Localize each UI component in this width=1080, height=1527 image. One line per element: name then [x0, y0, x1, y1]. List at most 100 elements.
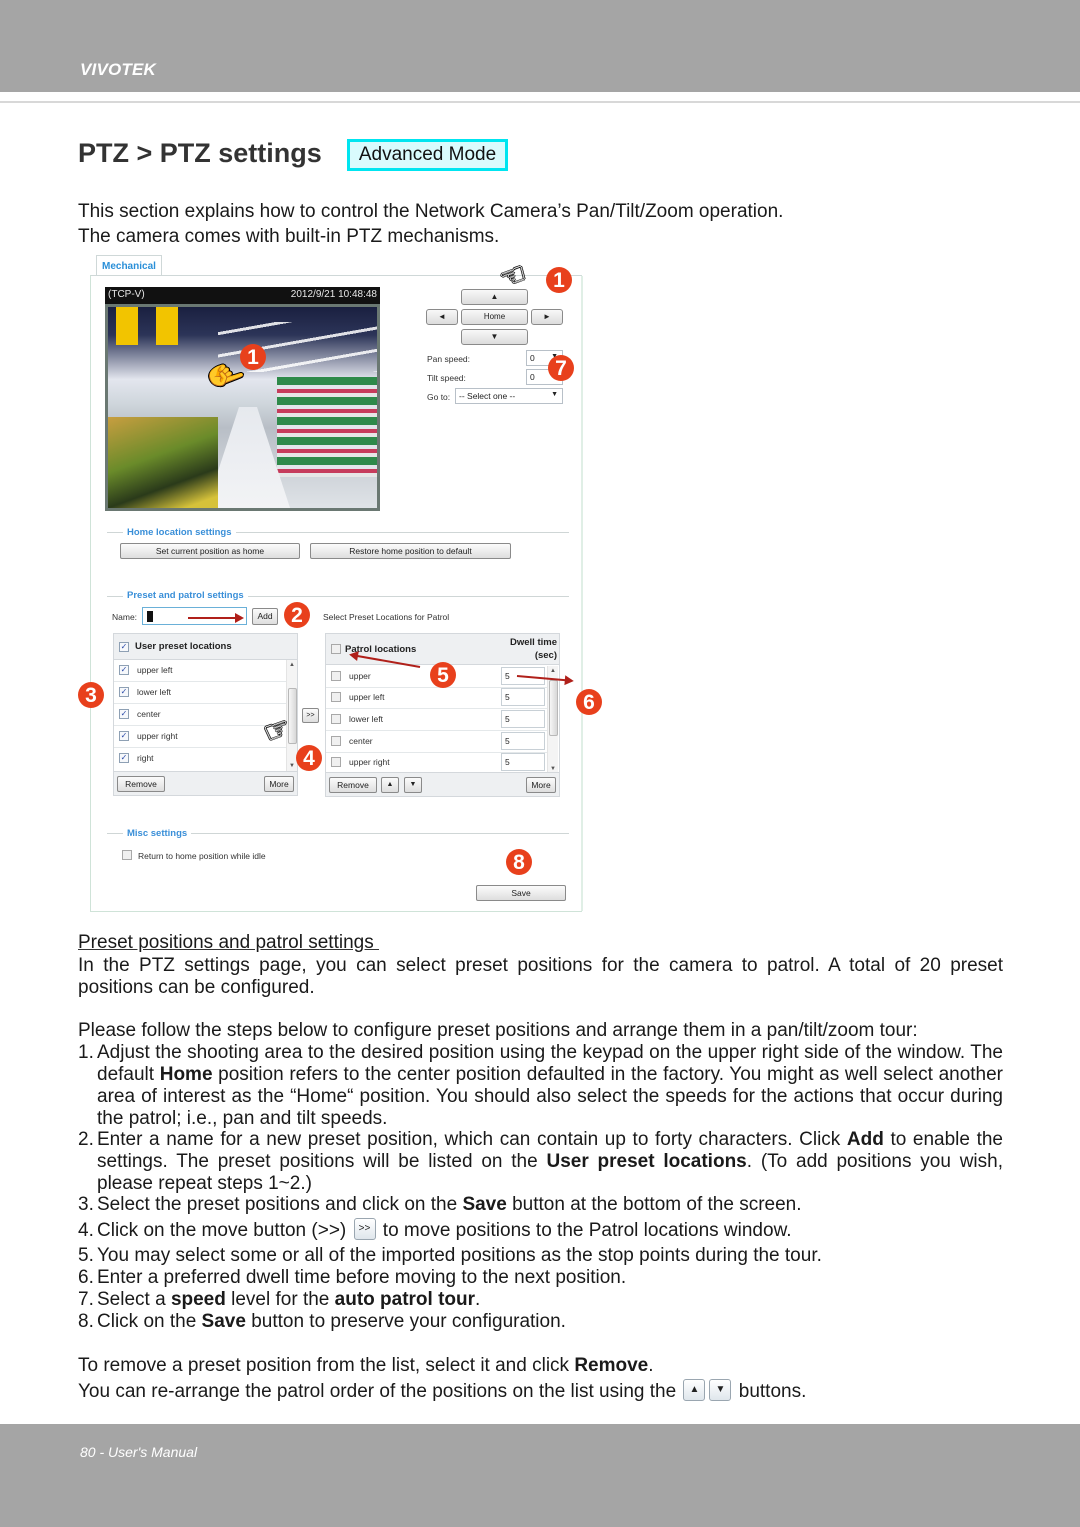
step-8: 8. Click on the Save button to preserve … [78, 1311, 566, 1332]
patrol-checkbox[interactable]: ✓ [331, 692, 341, 702]
text-cursor [147, 611, 153, 622]
scroll-up-icon[interactable]: ▲ [550, 668, 556, 674]
step-6: 6. Enter a preferred dwell time before m… [78, 1267, 627, 1288]
patrol-scrollbar[interactable]: ▲ ▼ [547, 666, 558, 774]
tab-mechanical[interactable]: Mechanical [96, 255, 162, 277]
step-5: 5. You may select some or all of the imp… [78, 1245, 822, 1266]
goto-label: Go to: [427, 392, 451, 402]
preset-label: right [137, 753, 154, 763]
list-item[interactable]: ✓ center 5 [326, 731, 548, 753]
scroll-down-icon[interactable]: ▼ [289, 763, 295, 769]
preset-checkbox[interactable]: ✓ [119, 731, 129, 741]
intro-line-2: The camera comes with built-in PTZ mecha… [78, 226, 500, 247]
preset-checkbox[interactable]: ✓ [119, 753, 129, 763]
dwell-time-input[interactable]: 5 [501, 753, 545, 771]
remove-note: To remove a preset position from the lis… [78, 1355, 654, 1376]
home-section-title: Home location settings [123, 527, 236, 538]
move-up-button[interactable]: ▲ [381, 777, 399, 793]
move-down-button[interactable]: ▼ [404, 777, 422, 793]
patrol-checkbox[interactable]: ✓ [331, 714, 341, 724]
save-button[interactable]: Save [476, 885, 566, 901]
dwell-time-input[interactable]: 5 [501, 732, 545, 750]
callout-4: 4 [296, 745, 322, 771]
list-item[interactable]: ✓ upper right 5 [326, 752, 548, 774]
callout-1: 1 [240, 344, 266, 370]
dwell-time-input[interactable]: 5 [501, 688, 545, 706]
pan-left-button[interactable]: ◄ [426, 309, 458, 325]
patrol-header: ✓ Patrol locations Dwell time (sec) [326, 634, 559, 665]
tilt-speed-label: Tilt speed: [427, 373, 466, 383]
select-all-presets-checkbox[interactable]: ✓ [119, 642, 129, 652]
tilt-speed-value: 0 [530, 372, 535, 382]
goto-preset-select[interactable]: -- Select one -- ▼ [455, 388, 563, 404]
preset-label: lower left [137, 687, 172, 697]
arrow-to-name-input [188, 613, 244, 623]
page-number: 80 - User's Manual [80, 1444, 198, 1460]
more-patrol-button[interactable]: More [526, 777, 556, 793]
remove-preset-button[interactable]: Remove [117, 776, 165, 792]
callout-1: 1 [546, 267, 572, 293]
stream-protocol: (TCP-V) [108, 289, 145, 300]
return-home-checkbox[interactable]: ✓ [122, 850, 132, 860]
preset-label: upper right [137, 731, 178, 741]
step-3: 3. Select the preset positions and click… [78, 1194, 802, 1215]
patrol-footer: Remove ▲ ▼ More [326, 772, 559, 796]
restore-home-button[interactable]: Restore home position to default [310, 543, 511, 559]
name-label: Name: [112, 612, 138, 622]
intro-line-1: This section explains how to control the… [78, 201, 784, 222]
callout-5: 5 [430, 662, 456, 688]
camera-timestamp: 2012/9/21 10:48:48 [290, 289, 377, 300]
patrol-label: center [349, 736, 373, 746]
select-all-patrol-checkbox[interactable]: ✓ [331, 644, 341, 654]
chevron-down-icon: ▼ [551, 391, 558, 398]
camera-live-view[interactable] [105, 304, 380, 511]
preset-checkbox[interactable]: ✓ [119, 665, 129, 675]
page-footer: 80 - User's Manual [0, 1424, 1080, 1527]
header-divider [0, 101, 1080, 103]
more-presets-button[interactable]: More [264, 776, 294, 792]
tilt-down-button[interactable]: ▼ [461, 329, 528, 345]
patrol-label: upper [349, 671, 371, 681]
dwell-header-line2: (sec) [534, 650, 557, 661]
list-item[interactable]: ✓ lower left 5 [326, 709, 548, 731]
step-1: 1. Adjust the shooting area to the desir… [78, 1042, 1004, 1129]
user-preset-header: ✓ User preset locations [114, 634, 297, 660]
move-to-patrol-button[interactable]: >> [302, 708, 319, 723]
move-button-icon: >> [353, 1217, 376, 1240]
preset-label: center [137, 709, 161, 719]
list-item[interactable]: ✓ right [114, 748, 286, 770]
dwell-time-input[interactable]: 5 [501, 710, 545, 728]
rearrange-note: You can re-arrange the patrol order of t… [78, 1378, 806, 1403]
page-title: PTZ > PTZ settings [78, 138, 322, 168]
list-item[interactable]: ✓ upper right [114, 726, 286, 748]
scroll-thumb[interactable] [549, 680, 558, 736]
patrol-checkbox[interactable]: ✓ [331, 671, 341, 681]
set-home-button[interactable]: Set current position as home [120, 543, 300, 559]
callout-6: 6 [576, 689, 602, 715]
patrol-checkbox[interactable]: ✓ [331, 757, 341, 767]
step-2: 2. Enter a name for a new preset positio… [78, 1129, 1003, 1194]
user-preset-header-label: User preset locations [135, 641, 232, 652]
preset-checkbox[interactable]: ✓ [119, 709, 129, 719]
list-item[interactable]: ✓ upper left [114, 660, 286, 682]
advanced-mode-badge: Advanced Mode [347, 139, 508, 171]
home-button[interactable]: Home [461, 309, 528, 325]
preset-checkbox[interactable]: ✓ [119, 687, 129, 697]
add-preset-button[interactable]: Add [252, 608, 278, 625]
remove-patrol-button[interactable]: Remove [329, 777, 377, 793]
preset-section-title: Preset and patrol settings [123, 590, 248, 601]
callout-8: 8 [506, 849, 532, 875]
callout-7: 7 [548, 355, 574, 381]
patrol-checkbox[interactable]: ✓ [331, 736, 341, 746]
page-header: VIVOTEK [0, 0, 1080, 92]
list-item[interactable]: ✓ upper left 5 [326, 687, 548, 709]
preset-name-input[interactable] [142, 607, 247, 625]
preset-label: upper left [137, 665, 173, 675]
scroll-up-icon[interactable]: ▲ [289, 662, 295, 668]
pan-right-button[interactable]: ► [531, 309, 563, 325]
camera-status-bar: (TCP-V) 2012/9/21 10:48:48 [105, 287, 380, 304]
list-item[interactable]: ✓ lower left [114, 682, 286, 704]
patrol-label: upper right [349, 757, 390, 767]
callout-2: 2 [284, 602, 310, 628]
return-home-label: Return to home position while idle [138, 851, 266, 861]
